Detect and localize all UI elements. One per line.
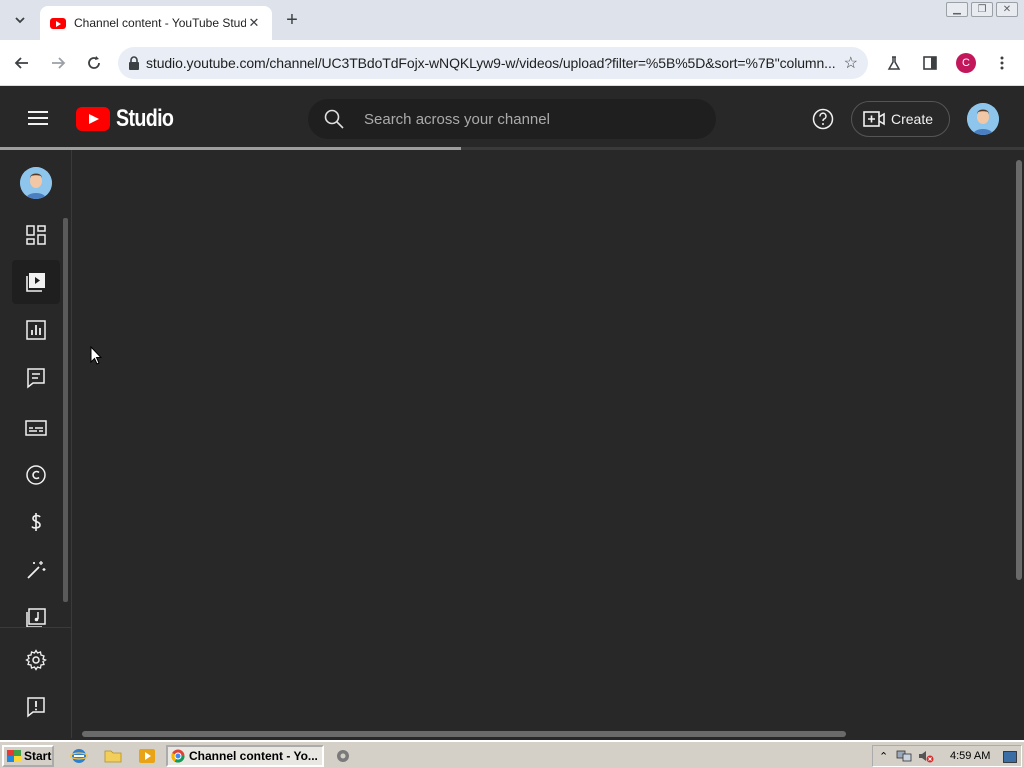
browser-toolbar: studio.youtube.com/channel/UC3TBdoTdFojx…: [0, 40, 1024, 86]
nav-scrollbar[interactable]: [63, 218, 68, 602]
dashboard-icon: [26, 225, 46, 245]
start-button[interactable]: Start: [2, 745, 54, 767]
window-controls: ▁ ❐ ✕: [946, 2, 1018, 17]
browser-tab-strip: Channel content - YouTube Studio ✕ + ▁ ❐…: [0, 0, 1024, 40]
create-button-label: Create: [891, 111, 934, 127]
channel-search-bar[interactable]: [308, 99, 716, 139]
address-bar[interactable]: studio.youtube.com/channel/UC3TBdoTdFojx…: [118, 47, 868, 79]
channel-avatar[interactable]: [20, 167, 52, 199]
left-navigation: [0, 150, 72, 738]
vertical-scrollbar[interactable]: [1016, 160, 1022, 580]
create-video-icon: [863, 111, 885, 127]
nav-send-feedback[interactable]: [12, 685, 60, 729]
studio-logo-text: Studio: [116, 105, 174, 132]
back-button[interactable]: [9, 50, 35, 76]
new-tab-button[interactable]: +: [280, 8, 304, 32]
content-icon: [26, 273, 45, 292]
media-player-icon[interactable]: [138, 747, 156, 765]
analytics-icon: [26, 320, 46, 340]
nav-dashboard[interactable]: [12, 213, 60, 257]
start-label: Start: [24, 749, 52, 763]
nav-content[interactable]: [12, 260, 60, 304]
browser-menu-kebab-icon[interactable]: [989, 50, 1015, 76]
volume-muted-icon[interactable]: [918, 749, 934, 763]
horizontal-scrollbar[interactable]: [82, 731, 846, 737]
nav-divider: [0, 627, 71, 628]
nav-customization[interactable]: [12, 548, 60, 592]
magic-wand-icon: [27, 561, 46, 579]
tab-search-chevron-icon[interactable]: [8, 8, 32, 32]
internet-explorer-icon[interactable]: [70, 747, 88, 765]
nav-audio-library[interactable]: [12, 596, 60, 640]
network-icon[interactable]: [896, 749, 912, 763]
youtube-logo-icon: [76, 107, 110, 131]
tab-close-icon[interactable]: ✕: [246, 15, 262, 31]
nav-subtitles[interactable]: [12, 406, 60, 450]
tray-expand-icon[interactable]: ⌃: [879, 750, 888, 763]
create-button[interactable]: Create: [851, 101, 950, 137]
main-content-area: [72, 150, 1024, 738]
browser-profile-avatar[interactable]: C: [956, 53, 976, 73]
side-panel-icon[interactable]: [917, 50, 943, 76]
show-desktop-icon[interactable]: [1003, 751, 1017, 763]
chrome-icon: [171, 749, 185, 763]
tab-title: Channel content - YouTube Studio: [74, 16, 246, 30]
system-tray: ⌃ 4:59 AM: [872, 745, 1022, 767]
taskbar-clock: 4:59 AM: [950, 750, 991, 762]
audio-library-icon: [26, 608, 46, 628]
browser-tab[interactable]: Channel content - YouTube Studio ✕: [40, 6, 272, 40]
feedback-icon: [27, 697, 45, 718]
comments-icon: [27, 368, 45, 389]
subtitles-icon: [25, 420, 47, 436]
labs-flask-icon[interactable]: [881, 50, 907, 76]
windows-logo-icon: [7, 750, 21, 762]
dollar-icon: [31, 513, 41, 531]
taskbar-window-chrome[interactable]: Channel content - Yo...: [166, 745, 324, 767]
studio-header: Studio Create: [0, 87, 1024, 148]
minimize-button[interactable]: ▁: [946, 2, 968, 17]
account-avatar[interactable]: [967, 103, 999, 135]
youtube-studio-logo[interactable]: Studio: [76, 105, 186, 133]
copyright-icon: [26, 465, 46, 485]
search-icon[interactable]: [324, 109, 344, 129]
help-icon[interactable]: [812, 108, 834, 130]
reload-button[interactable]: [81, 50, 107, 76]
youtube-favicon-icon: [50, 17, 66, 29]
restore-button[interactable]: ❐: [971, 2, 993, 17]
mouse-cursor-icon: [90, 346, 102, 365]
nav-settings[interactable]: [12, 638, 60, 682]
nav-earn[interactable]: [12, 500, 60, 544]
nav-copyright[interactable]: [12, 453, 60, 497]
system-tool-icon[interactable]: [334, 747, 352, 765]
taskbar-window-label: Channel content - Yo...: [189, 749, 318, 763]
hamburger-menu-icon[interactable]: [28, 111, 48, 125]
windows-taskbar: Start Channel content - Yo... ⌃ 4:59 AM: [0, 740, 1024, 768]
channel-search-input[interactable]: [364, 110, 684, 128]
url-text[interactable]: studio.youtube.com/channel/UC3TBdoTdFojx…: [146, 55, 838, 71]
nav-comments[interactable]: [12, 356, 60, 400]
gear-icon: [25, 649, 47, 671]
nav-analytics[interactable]: [12, 308, 60, 352]
lock-icon[interactable]: [128, 56, 140, 70]
forward-button[interactable]: [45, 50, 71, 76]
close-window-button[interactable]: ✕: [996, 2, 1018, 17]
folder-icon[interactable]: [104, 747, 122, 765]
bookmark-star-icon[interactable]: ☆: [844, 53, 858, 73]
